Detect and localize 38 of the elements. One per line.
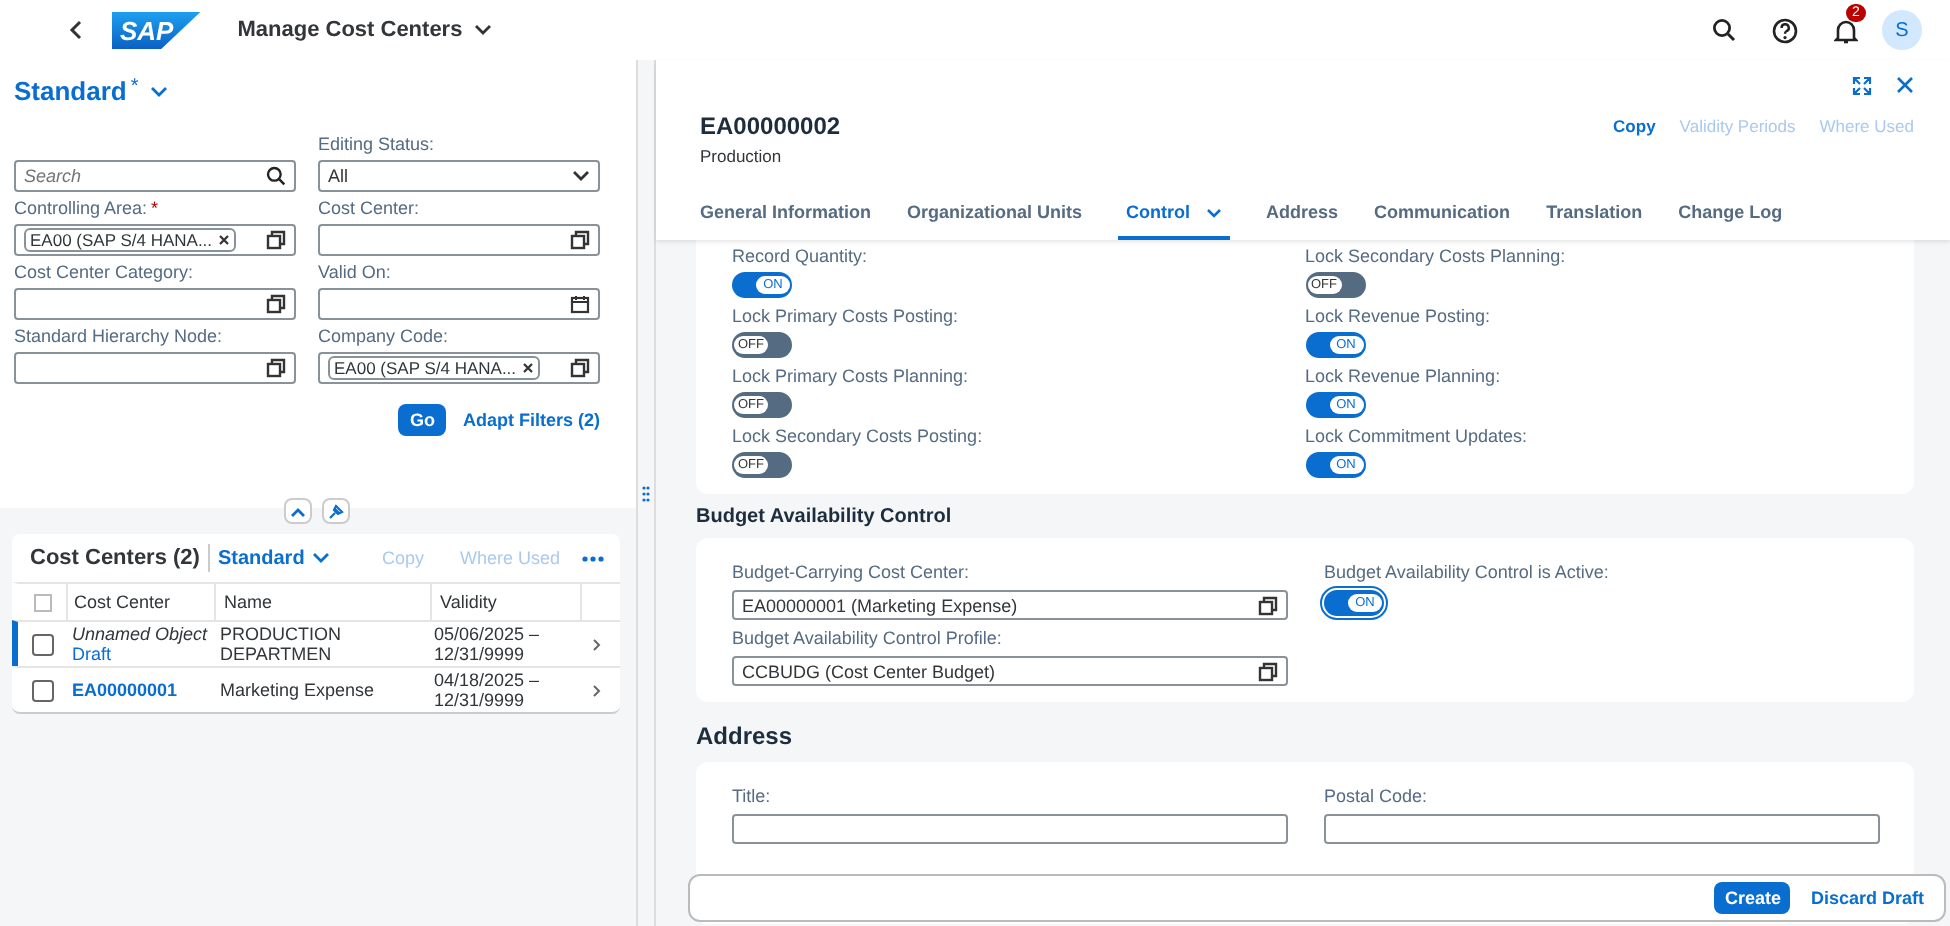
table-cell-text: 12/31/9999 — [434, 644, 527, 664]
filter-label: Cost Center: — [318, 198, 420, 222]
field-label: Budget Availability Control is Active: — [1324, 562, 1611, 582]
filter-label: Controlling Area: — [14, 198, 148, 222]
filter-label: Valid On: — [318, 262, 391, 286]
field-label: Lock Revenue Posting: — [1305, 306, 1493, 326]
field-label: Lock Revenue Planning: — [1305, 366, 1503, 386]
table-cell: PRODUCTION DEPARTMEN — [220, 624, 341, 664]
cost-center-cell-text: Unnamed Object — [72, 624, 210, 644]
section-title: Address — [696, 720, 795, 754]
section-title: Budget Availability Control — [696, 504, 954, 532]
field-label: Title: — [732, 786, 773, 806]
object-subtitle: Production — [700, 146, 784, 166]
filter-label: Cost Center Category: — [14, 262, 194, 286]
column-header: Validity — [440, 592, 497, 612]
filter-label: Standard Hierarchy Node: — [14, 326, 223, 350]
required-mark: * — [151, 198, 159, 222]
field-label: Lock Primary Costs Posting: — [732, 306, 961, 326]
field-label: Budget Availability Control Profile: — [732, 628, 1004, 648]
field-label: Lock Commitment Updates: — [1305, 426, 1530, 446]
filter-label: Editing Status: — [318, 134, 435, 158]
filter-label: Company Code: — [318, 326, 449, 350]
table-cell-text: 04/18/2025 – — [434, 670, 542, 690]
field-label: Budget-Carrying Cost Center: — [732, 562, 972, 582]
table-title: Cost Centers (2) — [30, 546, 200, 570]
table-cell-text: 12/31/9999 — [434, 690, 527, 710]
field-label: Lock Secondary Costs Planning: — [1305, 246, 1568, 266]
field-label: Lock Primary Costs Planning: — [732, 366, 971, 386]
table-cell-text: 05/06/2025 – — [434, 624, 542, 644]
field-label: Lock Secondary Costs Posting: — [732, 426, 985, 446]
field-label: Record Quantity: — [732, 246, 870, 266]
object-title: EA00000002 — [700, 112, 841, 140]
modified-mark: * — [130, 76, 139, 98]
sap-logo: SAP — [112, 11, 202, 49]
column-header: Cost Center — [74, 592, 171, 612]
table-cell: Marketing Expense — [220, 680, 375, 700]
column-header: Name — [224, 592, 273, 612]
field-label: Postal Code: — [1324, 786, 1430, 806]
